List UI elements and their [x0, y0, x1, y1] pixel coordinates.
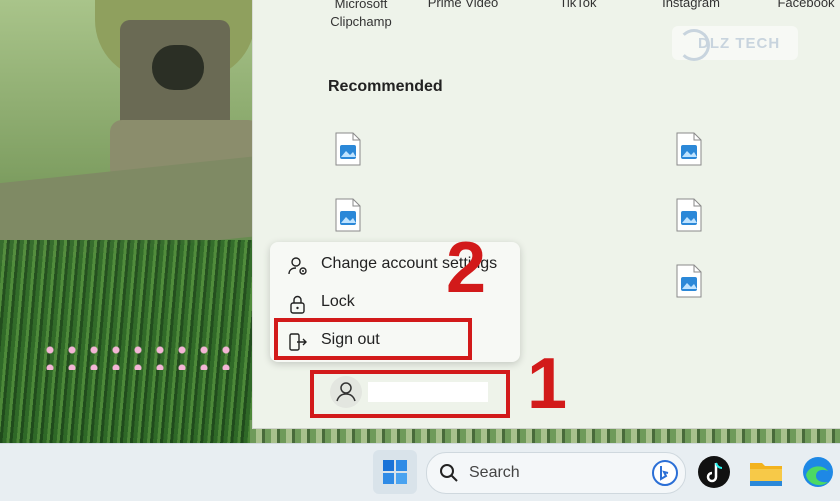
wallpaper-lantern-window: [152, 45, 204, 90]
image-file-icon[interactable]: [676, 132, 702, 166]
tiktok-icon[interactable]: [692, 451, 736, 495]
step-number-2: 2: [446, 228, 487, 308]
account-settings-icon: [288, 256, 307, 275]
image-file-icon[interactable]: [676, 198, 702, 232]
pinned-app-clipchamp[interactable]: Microsoft Clipchamp: [311, 0, 411, 31]
pinned-app-tiktok[interactable]: TikTok: [533, 0, 623, 12]
watermark-logo: DLZ TECH: [672, 26, 798, 61]
taskbar-search[interactable]: Search: [426, 452, 686, 494]
pinned-app-prime-video[interactable]: Prime Video: [413, 0, 513, 12]
sign-out-highlight: [274, 318, 472, 360]
watermark-text: DLZ TECH: [698, 35, 781, 52]
image-file-icon[interactable]: [335, 198, 361, 232]
pinned-app-instagram[interactable]: Instagram: [641, 0, 741, 12]
file-explorer-icon[interactable]: [744, 451, 788, 495]
user-account-highlight: [310, 370, 510, 418]
bing-icon[interactable]: [651, 459, 679, 492]
lock-icon: [288, 294, 306, 314]
image-file-icon[interactable]: [335, 132, 361, 166]
search-icon: [439, 463, 459, 488]
wallpaper-flowers: [40, 340, 240, 370]
taskbar: Search: [0, 443, 840, 501]
pinned-app-facebook[interactable]: Facebook: [761, 0, 840, 12]
menu-item-label: Lock: [321, 293, 355, 310]
start-button[interactable]: [373, 450, 417, 494]
step-number-1: 1: [527, 344, 568, 424]
image-file-icon[interactable]: [676, 264, 702, 298]
recommended-title: Recommended: [328, 78, 443, 95]
edge-icon[interactable]: [796, 451, 840, 495]
search-placeholder: Search: [469, 464, 520, 481]
